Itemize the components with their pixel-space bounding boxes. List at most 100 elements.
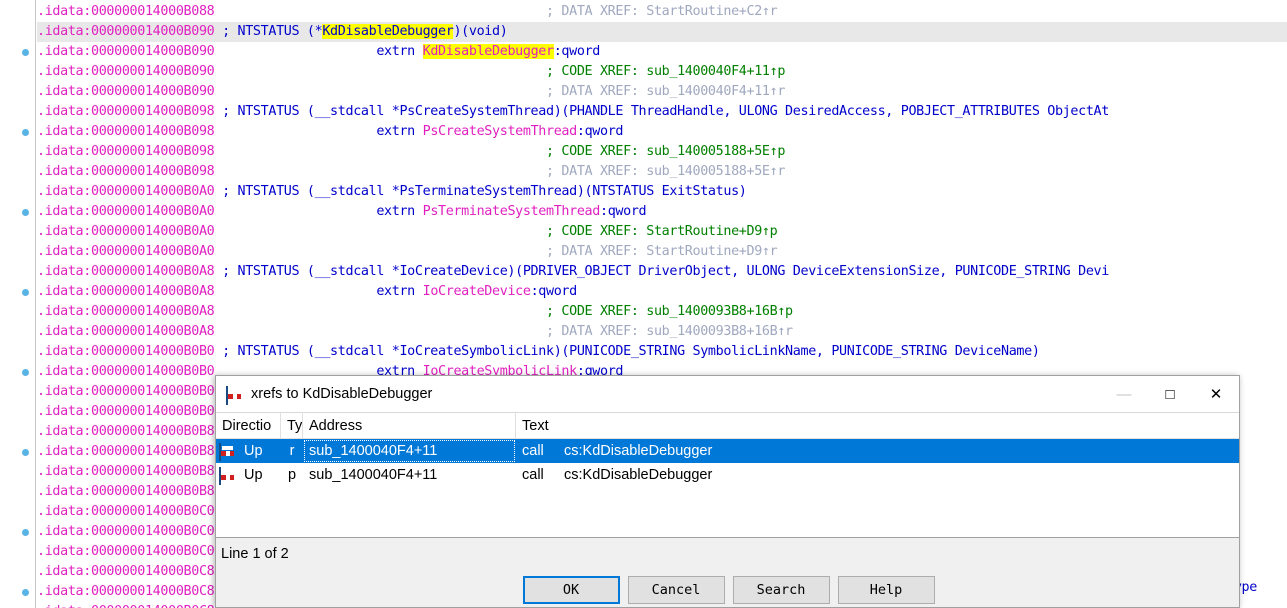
disassembly-line[interactable]: .idata:000000014000B0A8 extrn IoCreateDe… bbox=[37, 282, 577, 302]
disassembly-line[interactable]: .idata:000000014000B0C8 bbox=[37, 562, 214, 582]
disassembly-line[interactable]: .idata:000000014000B0A0 ; NTSTATUS (__st… bbox=[37, 182, 747, 202]
line-address: .idata:000000014000B098 bbox=[37, 144, 214, 159]
line-prototype: ; NTSTATUS (__stdcall *IoCreateSymbolicL… bbox=[214, 344, 1039, 359]
column-header-text[interactable]: Text bbox=[516, 413, 1240, 439]
cancel-button[interactable]: Cancel bbox=[628, 576, 725, 604]
line-xref-comment: ; CODE XREF: sub_140005188+5E↑p bbox=[214, 144, 785, 159]
close-icon[interactable]: ✕ bbox=[1193, 376, 1239, 412]
column-header-direction[interactable]: Directio bbox=[216, 413, 281, 439]
xrefs-cell-text: callcs:KdDisableDebugger bbox=[516, 463, 1240, 487]
xrefs-list[interactable]: Directio Ty Address Text Uprsub_1400040F… bbox=[216, 412, 1240, 537]
line-address: .idata:000000014000B0C0 bbox=[37, 524, 214, 539]
line-xref-comment: ; DATA XREF: sub_140005188+5E↑r bbox=[214, 164, 785, 179]
disassembly-line[interactable]: .idata:000000014000B0A0 ; DATA XREF: Sta… bbox=[37, 242, 777, 262]
search-button[interactable]: Search bbox=[733, 576, 830, 604]
disassembly-line[interactable]: .idata:000000014000B0A8 ; NTSTATUS (__st… bbox=[37, 262, 1109, 282]
column-header-type[interactable]: Ty bbox=[281, 413, 303, 439]
line-prototype: ; NTSTATUS (__stdcall *PsTerminateSystem… bbox=[214, 184, 746, 199]
line-address: .idata:000000014000B090 bbox=[37, 24, 214, 39]
disassembly-line[interactable]: .idata:000000014000B0B0 bbox=[37, 382, 214, 402]
window-controls: — □ ✕ bbox=[1101, 376, 1239, 412]
disassembly-line[interactable]: .idata:000000014000B0C8 bbox=[37, 582, 214, 602]
column-header-address[interactable]: Address bbox=[303, 413, 516, 439]
disassembly-gutter bbox=[0, 0, 36, 608]
line-address: .idata:000000014000B0C0 bbox=[37, 544, 214, 559]
line-address: .idata:000000014000B0B0 bbox=[37, 364, 214, 379]
xrefs-cell-text: callcs:KdDisableDebugger bbox=[516, 439, 1240, 463]
disassembly-line[interactable]: .idata:000000014000B088 ; DATA XREF: Sta… bbox=[37, 2, 777, 22]
disassembly-line[interactable]: .idata:000000014000B098 ; DATA XREF: sub… bbox=[37, 162, 785, 182]
minimize-icon[interactable]: — bbox=[1101, 376, 1147, 412]
dialog-title: xrefs to KdDisableDebugger bbox=[251, 386, 432, 402]
disassembly-line[interactable]: .idata:000000014000B098 ; NTSTATUS (__st… bbox=[37, 102, 1109, 122]
status-bar: Line 1 of 2 bbox=[216, 537, 1240, 570]
help-button[interactable]: Help bbox=[838, 576, 935, 604]
line-address: .idata:000000014000B0B8 bbox=[37, 424, 214, 439]
disassembly-line[interactable]: .idata:000000014000B0A8 ; DATA XREF: sub… bbox=[37, 322, 793, 342]
xrefs-row[interactable]: Uprsub_1400040F4+11callcs:KdDisableDebug… bbox=[216, 439, 1240, 463]
disassembly-line[interactable]: .idata:000000014000B090 extrn KdDisableD… bbox=[37, 42, 600, 62]
disassembly-line[interactable]: .idata:000000014000B0B8 bbox=[37, 462, 214, 482]
xrefs-cell-type: r bbox=[281, 439, 303, 463]
xrefs-cell-direction: Up bbox=[238, 439, 281, 463]
xrefs-row[interactable]: Uppsub_1400040F4+11callcs:KdDisableDebug… bbox=[216, 463, 1240, 487]
line-extrn: extrn KdDisableDebugger:qword bbox=[214, 44, 600, 59]
disassembly-line[interactable]: .idata:000000014000B0B0 ; NTSTATUS (__st… bbox=[37, 342, 1040, 362]
disassembly-line[interactable]: .idata:000000014000B0B0 bbox=[37, 402, 214, 422]
disassembly-line[interactable]: .idata:000000014000B0B8 bbox=[37, 442, 214, 462]
ida-xref-icon bbox=[226, 386, 242, 402]
disassembly-line[interactable]: .idata:000000014000B0C0 bbox=[37, 542, 214, 562]
line-address: .idata:000000014000B0A0 bbox=[37, 184, 214, 199]
ida-xref-icon bbox=[219, 443, 235, 459]
gutter-marker-dot bbox=[22, 449, 29, 456]
xrefs-cell-address[interactable]: sub_1400040F4+11 bbox=[303, 463, 516, 487]
line-prototype: ; NTSTATUS (__stdcall *PsCreateSystemThr… bbox=[214, 104, 1109, 119]
disassembly-line[interactable]: .idata:000000014000B090 ; NTSTATUS (*KdD… bbox=[37, 22, 1287, 42]
line-xref-comment: ; CODE XREF: StartRoutine+D9↑p bbox=[214, 224, 777, 239]
ida-pro-window: .idata:000000014000B088 ; DATA XREF: Sta… bbox=[0, 0, 1287, 608]
disassembly-line[interactable]: .idata:000000014000B0A0 ; CODE XREF: Sta… bbox=[37, 222, 777, 242]
line-xref-comment: ; DATA XREF: sub_1400040F4+11↑r bbox=[214, 84, 785, 99]
disassembly-line[interactable]: .idata:000000014000B090 ; CODE XREF: sub… bbox=[37, 62, 785, 82]
line-xref-comment: ; DATA XREF: StartRoutine+C2↑r bbox=[214, 4, 777, 19]
line-address: .idata:000000014000B090 bbox=[37, 64, 214, 79]
xrefs-cell-address[interactable]: sub_1400040F4+11 bbox=[303, 439, 516, 463]
line-address: .idata:000000014000B098 bbox=[37, 124, 214, 139]
line-prototype: ; NTSTATUS (__stdcall *IoCreateDevice)(P… bbox=[214, 264, 1109, 279]
ok-button[interactable]: OK bbox=[523, 576, 620, 604]
xrefs-dialog[interactable]: xrefs to KdDisableDebugger — □ ✕ Directi… bbox=[215, 375, 1240, 608]
line-address: .idata:000000014000B0A8 bbox=[37, 304, 214, 319]
disassembly-line[interactable]: .idata:000000014000B090 ; DATA XREF: sub… bbox=[37, 82, 785, 102]
line-xref-comment: ; DATA XREF: StartRoutine+D9↑r bbox=[214, 244, 777, 259]
line-address: .idata:000000014000B088 bbox=[37, 4, 214, 19]
line-address: .idata:000000014000B098 bbox=[37, 164, 214, 179]
line-address: .idata:000000014000B0B0 bbox=[37, 404, 214, 419]
disassembly-line[interactable]: .idata:000000014000B098 extrn PsCreateSy… bbox=[37, 122, 623, 142]
line-xref-comment: ; CODE XREF: sub_1400093B8+16B↑p bbox=[214, 304, 792, 319]
gutter-marker-dot bbox=[22, 529, 29, 536]
dialog-button-bar: OK Cancel Search Help bbox=[216, 570, 1240, 608]
gutter-marker-dot bbox=[22, 369, 29, 376]
line-extrn: extrn PsCreateSystemThread:qword bbox=[214, 124, 623, 139]
line-address: .idata:000000014000B0A0 bbox=[37, 244, 214, 259]
dialog-titlebar[interactable]: xrefs to KdDisableDebugger — □ ✕ bbox=[216, 376, 1239, 412]
disassembly-line[interactable]: .idata:000000014000B098 ; CODE XREF: sub… bbox=[37, 142, 785, 162]
gutter-marker-dot bbox=[22, 289, 29, 296]
line-address: .idata:000000014000B0C8 bbox=[37, 604, 214, 608]
line-address: .idata:000000014000B0B0 bbox=[37, 384, 214, 399]
line-prototype: ; NTSTATUS (*KdDisableDebugger)(void) bbox=[214, 24, 507, 39]
ida-xref-icon bbox=[219, 467, 235, 483]
xrefs-cell-type: p bbox=[281, 463, 303, 487]
disassembly-line[interactable]: .idata:000000014000B0C8 bbox=[37, 602, 214, 608]
disassembly-line[interactable]: .idata:000000014000B0B8 bbox=[37, 482, 214, 502]
disassembly-line[interactable]: .idata:000000014000B0A0 extrn PsTerminat… bbox=[37, 202, 646, 222]
disassembly-line[interactable]: .idata:000000014000B0C0 bbox=[37, 502, 214, 522]
disassembly-line[interactable]: .idata:000000014000B0C0 bbox=[37, 522, 214, 542]
maximize-icon[interactable]: □ bbox=[1147, 376, 1193, 412]
line-address: .idata:000000014000B0B0 bbox=[37, 344, 214, 359]
line-xref-comment: ; DATA XREF: sub_1400093B8+16B↑r bbox=[214, 324, 792, 339]
disassembly-line[interactable]: .idata:000000014000B0B8 bbox=[37, 422, 214, 442]
xrefs-rows[interactable]: Uprsub_1400040F4+11callcs:KdDisableDebug… bbox=[216, 439, 1240, 487]
disassembly-line[interactable]: .idata:000000014000B0A8 ; CODE XREF: sub… bbox=[37, 302, 793, 322]
line-address: .idata:000000014000B098 bbox=[37, 104, 214, 119]
